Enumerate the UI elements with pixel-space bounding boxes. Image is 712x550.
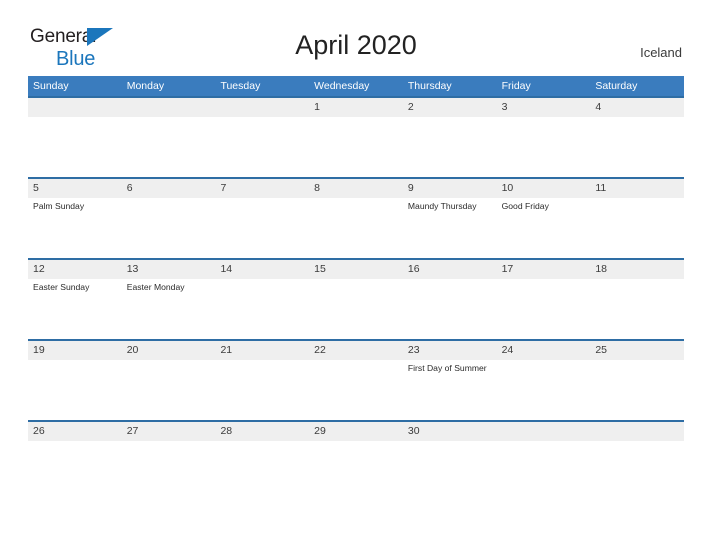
day-number[interactable]: 9 [403, 179, 497, 198]
day-number[interactable]: 6 [122, 179, 216, 198]
day-number[interactable] [590, 422, 684, 441]
day-number[interactable]: 4 [590, 98, 684, 117]
calendar-week-row: 26 27 28 29 30 [28, 420, 684, 501]
day-event[interactable] [215, 117, 309, 177]
day-number[interactable] [497, 422, 591, 441]
weekday-header-friday: Friday [501, 80, 531, 92]
day-event[interactable]: Palm Sunday [28, 198, 122, 258]
day-event[interactable] [497, 117, 591, 177]
day-event[interactable] [215, 279, 309, 339]
calendar-location: Iceland [640, 45, 682, 60]
day-event[interactable] [497, 279, 591, 339]
day-event[interactable] [122, 198, 216, 258]
day-event[interactable] [28, 441, 122, 501]
day-number[interactable]: 22 [309, 341, 403, 360]
day-event[interactable] [497, 360, 591, 420]
day-number[interactable]: 8 [309, 179, 403, 198]
day-number[interactable]: 21 [215, 341, 309, 360]
day-event[interactable]: Maundy Thursday [403, 198, 497, 258]
calendar-week-row: 5 6 7 8 9 10 11 Palm Sunday Maundy Thurs… [28, 177, 684, 258]
day-number[interactable]: 24 [497, 341, 591, 360]
day-number[interactable]: 5 [28, 179, 122, 198]
day-number[interactable]: 18 [590, 260, 684, 279]
calendar-week-row: 12 13 14 15 16 17 18 Easter Sunday Easte… [28, 258, 684, 339]
week-event-band: Easter Sunday Easter Monday [28, 279, 684, 339]
day-event[interactable] [122, 360, 216, 420]
weekday-header-row: Sunday Monday Tuesday Wednesday Thursday… [28, 76, 684, 96]
day-number[interactable]: 12 [28, 260, 122, 279]
week-number-band: 5 6 7 8 9 10 11 [28, 179, 684, 198]
day-number[interactable] [28, 98, 122, 117]
day-number[interactable]: 29 [309, 422, 403, 441]
day-number[interactable]: 28 [215, 422, 309, 441]
week-number-band: 12 13 14 15 16 17 18 [28, 260, 684, 279]
week-event-band: First Day of Summer [28, 360, 684, 420]
day-event[interactable] [497, 441, 591, 501]
calendar-week-row: 1 2 3 4 [28, 96, 684, 177]
day-number[interactable]: 16 [403, 260, 497, 279]
week-event-band [28, 117, 684, 177]
day-event[interactable]: Good Friday [497, 198, 591, 258]
week-number-band: 1 2 3 4 [28, 98, 684, 117]
day-event[interactable] [590, 117, 684, 177]
calendar-week-row: 19 20 21 22 23 24 25 First Day of Summer [28, 339, 684, 420]
day-number[interactable]: 19 [28, 341, 122, 360]
day-event[interactable] [28, 117, 122, 177]
weekday-header-saturday: Saturday [595, 80, 638, 92]
week-event-band: Palm Sunday Maundy Thursday Good Friday [28, 198, 684, 258]
day-number[interactable]: 30 [403, 422, 497, 441]
week-number-band: 26 27 28 29 30 [28, 422, 684, 441]
day-number[interactable]: 1 [309, 98, 403, 117]
calendar-grid: Sunday Monday Tuesday Wednesday Thursday… [28, 76, 684, 501]
day-event[interactable] [215, 198, 309, 258]
day-event[interactable] [590, 279, 684, 339]
day-number[interactable]: 15 [309, 260, 403, 279]
day-number[interactable]: 10 [497, 179, 591, 198]
day-event[interactable] [215, 360, 309, 420]
day-event[interactable]: Easter Sunday [28, 279, 122, 339]
day-number[interactable]: 11 [590, 179, 684, 198]
day-event[interactable] [122, 117, 216, 177]
day-event[interactable] [309, 279, 403, 339]
day-event[interactable] [590, 360, 684, 420]
day-number[interactable]: 23 [403, 341, 497, 360]
day-number[interactable]: 27 [122, 422, 216, 441]
day-event[interactable] [309, 360, 403, 420]
day-event[interactable] [215, 441, 309, 501]
day-number[interactable]: 26 [28, 422, 122, 441]
day-event[interactable] [309, 198, 403, 258]
weekday-header-monday: Monday [126, 80, 165, 92]
day-event[interactable] [309, 117, 403, 177]
day-number[interactable]: 3 [497, 98, 591, 117]
day-event[interactable]: First Day of Summer [403, 360, 497, 420]
day-number[interactable]: 2 [403, 98, 497, 117]
day-event[interactable] [28, 360, 122, 420]
day-event[interactable] [590, 198, 684, 258]
day-event[interactable] [403, 279, 497, 339]
day-event[interactable] [309, 441, 403, 501]
day-event[interactable] [403, 441, 497, 501]
day-number[interactable] [122, 98, 216, 117]
week-event-band [28, 441, 684, 501]
page-header: General Blue April 2020 Iceland [0, 0, 712, 69]
day-number[interactable]: 25 [590, 341, 684, 360]
day-number[interactable]: 17 [497, 260, 591, 279]
day-event[interactable] [590, 441, 684, 501]
day-number[interactable]: 7 [215, 179, 309, 198]
day-event[interactable] [403, 117, 497, 177]
week-number-band: 19 20 21 22 23 24 25 [28, 341, 684, 360]
day-event[interactable] [122, 441, 216, 501]
weekday-header-thursday: Thursday [407, 80, 452, 92]
day-number[interactable] [215, 98, 309, 117]
page-title: April 2020 [295, 30, 417, 60]
day-event[interactable]: Easter Monday [122, 279, 216, 339]
day-number[interactable]: 13 [122, 260, 216, 279]
day-number[interactable]: 14 [215, 260, 309, 279]
weekday-header-sunday: Sunday [33, 80, 69, 92]
weekday-header-wednesday: Wednesday [314, 80, 370, 92]
day-number[interactable]: 20 [122, 341, 216, 360]
weekday-header-tuesday: Tuesday [220, 80, 261, 92]
